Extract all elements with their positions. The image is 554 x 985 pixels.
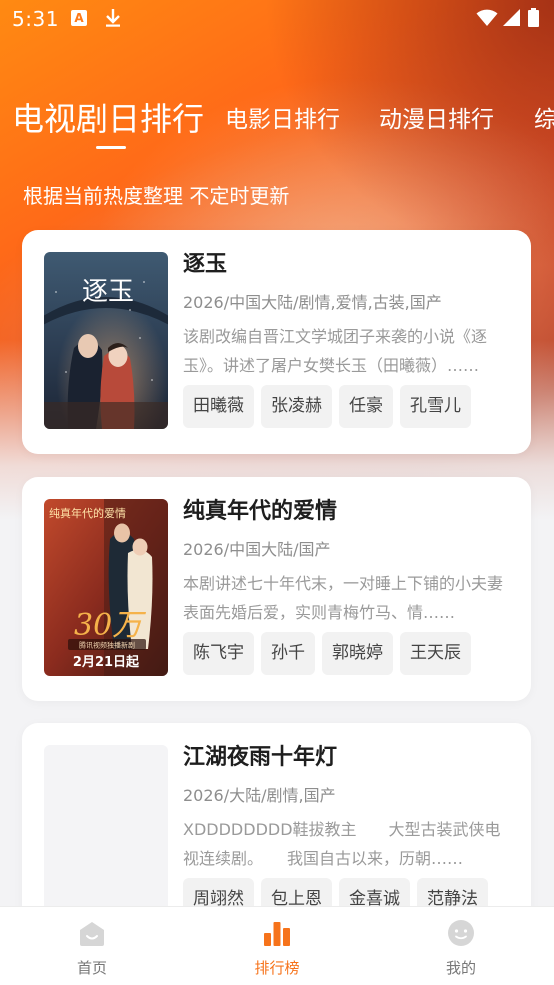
drama-info: 纯真年代的爱情 2026/中国大陆/国产 本剧讲述七十年代末，一对睡上下铺的小夫… xyxy=(183,495,503,675)
cast-chip[interactable]: 王天辰 xyxy=(400,632,471,675)
tab-movie-daily[interactable]: 电影日排行 xyxy=(225,100,340,134)
category-tabs: 电视剧日排行 电影日排行 动漫日排行 综 xyxy=(0,84,554,164)
tab-variety-daily[interactable]: 综 xyxy=(534,100,554,134)
cast-chip[interactable]: 孔雪儿 xyxy=(400,385,471,428)
tab-indicator xyxy=(96,146,126,149)
wifi-icon xyxy=(476,9,498,26)
nav-ranking[interactable]: 排行榜 xyxy=(217,907,337,985)
poster-image: 逐玉 xyxy=(44,252,168,429)
nav-home[interactable]: 首页 xyxy=(32,907,152,985)
tab-tv-daily[interactable]: 电视剧日排行 xyxy=(12,94,204,140)
drama-title[interactable]: 江湖夜雨十年灯 xyxy=(183,741,503,775)
nav-mine-label: 我的 xyxy=(445,959,476,977)
drama-title[interactable]: 纯真年代的爱情 xyxy=(183,495,503,529)
tab-anime-daily[interactable]: 动漫日排行 xyxy=(379,100,494,134)
poster-caption: 腾讯视频独播新剧 xyxy=(79,641,135,650)
cast-chip[interactable]: 田曦薇 xyxy=(183,385,254,428)
drama-description: 该剧改编自晋江文学城团子来袭的小说《逐玉》。讲述了屠户女樊长玉（田曦薇）…… xyxy=(183,327,488,375)
drama-meta: 2026/中国大陆/国产 xyxy=(183,540,331,559)
cast-chip[interactable]: 孙千 xyxy=(261,632,315,675)
poster-date: 2月21日起 xyxy=(73,654,140,670)
drama-poster[interactable]: 逐玉 xyxy=(44,252,168,429)
nav-mine[interactable]: 我的 xyxy=(401,907,521,985)
drama-meta: 2026/大陆/剧情,国产 xyxy=(183,786,336,805)
smiley-icon xyxy=(448,920,474,946)
status-time: 5:31 xyxy=(12,7,59,31)
poster-title: 纯真年代的爱情 xyxy=(49,506,126,520)
poster-image: 纯真年代的爱情 30万 腾讯视频独播新剧 2月21日起 xyxy=(44,499,168,676)
drama-title[interactable]: 逐玉 xyxy=(183,248,503,282)
drama-description: 本剧讲述七十年代末，一对睡上下铺的小夫妻表面先婚后爱，实则青梅竹马、情…… xyxy=(183,574,503,622)
nav-home-label: 首页 xyxy=(76,959,107,977)
drama-info: 逐玉 2026/中国大陆/剧情,爱情,古装,国产 该剧改编自晋江文学城团子来袭的… xyxy=(183,248,503,428)
cast-chip[interactable]: 张凌赫 xyxy=(261,385,332,428)
nav-ranking-label: 排行榜 xyxy=(254,959,300,977)
status-bar: 5:31 A xyxy=(0,0,554,38)
home-icon xyxy=(80,922,104,946)
cast-list: 田曦薇 张凌赫 任豪 孔雪儿 xyxy=(183,385,503,428)
a-notification-icon: A xyxy=(71,10,87,26)
drama-card[interactable]: 逐玉 逐玉 2026/中国大陆/剧情,爱情,古装,国产 该剧改编自晋江文学城团子… xyxy=(22,230,531,454)
cast-chip[interactable]: 郭晓婷 xyxy=(322,632,393,675)
ranking-subtitle: 根据当前热度整理 不定时更新 xyxy=(23,184,290,208)
bar-chart-icon xyxy=(264,922,290,946)
drama-meta: 2026/中国大陆/剧情,爱情,古装,国产 xyxy=(183,293,442,312)
battery-icon xyxy=(528,8,539,27)
bottom-navigation: 首页 排行榜 我的 xyxy=(0,906,554,985)
poster-title: 逐玉 xyxy=(82,277,134,307)
drama-poster-placeholder[interactable] xyxy=(44,745,168,922)
drama-description: XDDDDDDDD鞋拔教主 大型古装武侠电视连续剧。 我国自古以来，历朝…… xyxy=(183,820,501,868)
drama-info: 江湖夜雨十年灯 2026/大陆/剧情,国产 XDDDDDDDD鞋拔教主 大型古装… xyxy=(183,741,503,921)
cast-chip[interactable]: 任豪 xyxy=(339,385,393,428)
drama-card[interactable]: 纯真年代的爱情 30万 腾讯视频独播新剧 2月21日起 纯真年代的爱情 2026… xyxy=(22,477,531,701)
cast-chip[interactable]: 陈飞宇 xyxy=(183,632,254,675)
signal-icon xyxy=(503,9,520,26)
poster-number: 30万 xyxy=(74,608,146,643)
cast-list: 陈飞宇 孙千 郭晓婷 王天辰 xyxy=(183,632,503,675)
download-icon xyxy=(106,9,120,27)
drama-poster[interactable]: 纯真年代的爱情 30万 腾讯视频独播新剧 2月21日起 xyxy=(44,499,168,676)
